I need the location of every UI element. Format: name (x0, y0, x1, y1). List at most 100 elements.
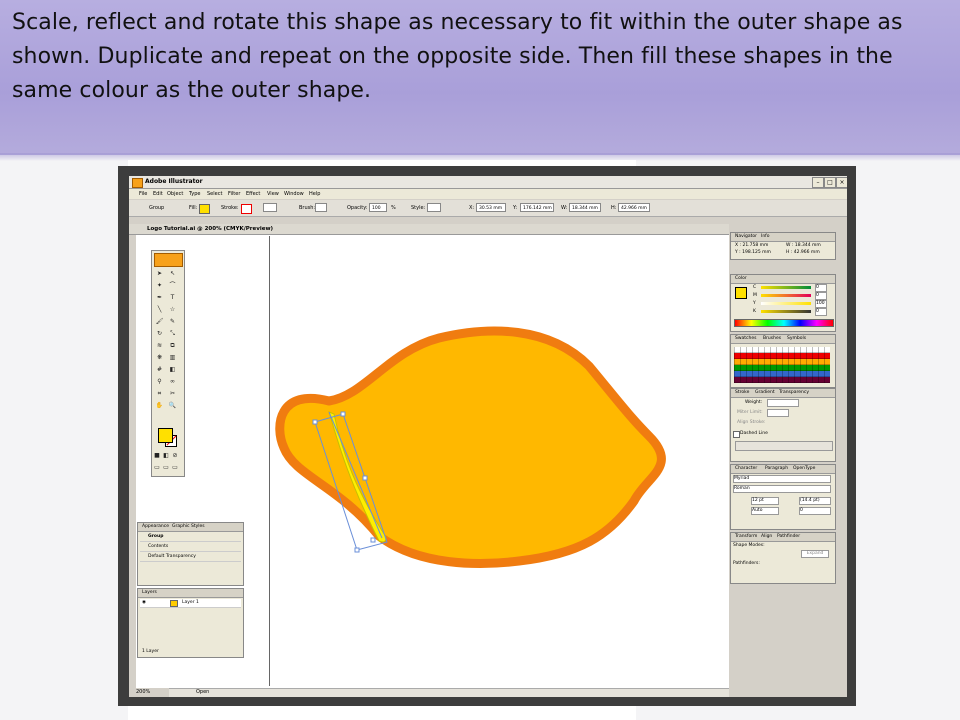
appearance-item-transparency[interactable]: Default Transparency (140, 553, 241, 562)
eyedropper-tool-icon[interactable]: ⚲ (155, 377, 164, 386)
handle-top-right[interactable] (340, 411, 346, 417)
tab-layers[interactable]: Layers (142, 590, 157, 595)
info-y: Y : 198.125 mm (735, 250, 771, 255)
tab-transparency[interactable]: Transparency (779, 390, 809, 395)
channel-c-value[interactable]: 0 (815, 284, 827, 292)
tab-graphic-styles[interactable]: Graphic Styles (172, 524, 205, 529)
navigator-panel-header: Navigator Info (731, 233, 835, 242)
handle-bottom-left[interactable] (354, 547, 360, 553)
tab-align[interactable]: Align (761, 534, 772, 539)
tab-color[interactable]: Color (735, 276, 747, 281)
color-mode-icon[interactable]: ■ (154, 451, 160, 460)
miter-limit-input[interactable] (767, 409, 789, 417)
handle-middle-right[interactable] (362, 475, 368, 481)
star-tool-icon[interactable]: ☆ (168, 305, 177, 314)
layer-count: 1 Layer (142, 649, 159, 654)
tools-panel: ➤ ↖ ✦ ⌒ ✒ T ╲ ☆ 🖌 ✎ ↻ ⤡ ≋ ⧉ ❋ ▥ # ◧ ⚲ ∞ … (151, 250, 185, 477)
tab-appearance[interactable]: Appearance (142, 524, 169, 529)
tab-character[interactable]: Character (735, 466, 757, 471)
channel-k-value[interactable]: 0 (815, 308, 827, 316)
pen-tool-icon[interactable]: ✒ (155, 293, 164, 302)
expand-button[interactable]: Expand (801, 550, 829, 558)
color-panel: Color C 0 M 0 Y 100 K 0 (730, 274, 836, 332)
handle-top-left[interactable] (312, 419, 318, 425)
screen-mode-full-icon[interactable]: ▭ (172, 463, 178, 472)
font-size-field[interactable]: 12 pt (751, 497, 779, 505)
rotate-tool-icon[interactable]: ↻ (155, 329, 164, 338)
zoom-level[interactable]: 200% (136, 689, 150, 695)
hand-tool-icon[interactable]: ✋ (155, 401, 164, 410)
font-family-select[interactable]: Myriad (733, 475, 831, 483)
line-tool-icon[interactable]: ╲ (155, 305, 164, 314)
slice-tool-icon[interactable]: ⌗ (155, 389, 164, 398)
gradient-mode-icon[interactable]: ◧ (163, 451, 169, 460)
eye-icon[interactable]: ◉ (142, 600, 146, 605)
status-mode[interactable]: Open (196, 689, 209, 695)
status-bar: 200% Open (136, 688, 216, 696)
kerning-field[interactable]: Auto (751, 507, 779, 515)
color-fill-preview[interactable] (735, 287, 747, 299)
lasso-tool-icon[interactable]: ⌒ (168, 281, 177, 290)
swatches-panel-header: Swatches Brushes Symbols (731, 335, 835, 344)
handle-bottom-right[interactable] (370, 537, 376, 543)
channel-y-slider[interactable] (761, 302, 811, 305)
tab-gradient[interactable]: Gradient (755, 390, 775, 395)
paintbrush-tool-icon[interactable]: 🖌 (155, 317, 164, 326)
appearance-item-group[interactable]: Group (140, 533, 241, 542)
swatch-grid[interactable] (734, 347, 830, 383)
scale-tool-icon[interactable]: ⤡ (168, 329, 177, 338)
fill-color-swatch[interactable] (158, 428, 173, 443)
dash-gap-fields[interactable] (735, 441, 833, 451)
tab-brushes[interactable]: Brushes (763, 336, 781, 341)
free-transform-tool-icon[interactable]: ⧉ (168, 341, 177, 350)
tracking-field[interactable]: 0 (799, 507, 831, 515)
channel-c-slider[interactable] (761, 286, 811, 289)
none-mode-icon[interactable]: ⊘ (172, 451, 178, 460)
graph-tool-icon[interactable]: ▥ (168, 353, 177, 362)
tab-paragraph[interactable]: Paragraph (765, 466, 788, 471)
tab-navigator[interactable]: Navigator (735, 234, 757, 239)
toolbox-logo (154, 253, 183, 267)
selection-tool-icon[interactable]: ➤ (155, 269, 164, 278)
warp-tool-icon[interactable]: ≋ (155, 341, 164, 350)
scissors-tool-icon[interactable]: ✂ (168, 389, 177, 398)
tab-stroke[interactable]: Stroke (735, 390, 749, 395)
channel-y-value[interactable]: 100 (815, 300, 827, 308)
pencil-tool-icon[interactable]: ✎ (168, 317, 177, 326)
channel-m-value[interactable]: 0 (815, 292, 827, 300)
layer-thumbnail (170, 600, 178, 607)
symbol-sprayer-tool-icon[interactable]: ❋ (155, 353, 164, 362)
tab-opentype[interactable]: OpenType (793, 466, 815, 471)
channel-k-slider[interactable] (761, 310, 811, 313)
tab-swatches[interactable]: Swatches (735, 336, 757, 341)
magic-wand-tool-icon[interactable]: ✦ (155, 281, 164, 290)
outer-lemon-shape[interactable] (275, 326, 666, 568)
tab-pathfinder[interactable]: Pathfinder (777, 534, 800, 539)
appearance-item-contents[interactable]: Contents (140, 543, 241, 552)
shape-modes-label: Shape Modes: (733, 543, 765, 548)
zoom-tool-icon[interactable]: 🔍 (168, 401, 177, 410)
stroke-panel-header: Stroke Gradient Transparency (731, 389, 835, 398)
dashed-line-checkbox[interactable] (733, 431, 740, 438)
layer-name: Layer 1 (182, 600, 199, 605)
channel-c-label: C (753, 285, 757, 290)
screen-mode-normal-icon[interactable]: ▭ (154, 463, 160, 472)
mesh-tool-icon[interactable]: # (155, 365, 164, 374)
leading-field[interactable]: (14.4 pt) (799, 497, 831, 505)
horizontal-scrollbar[interactable] (169, 688, 729, 697)
tab-info[interactable]: Info (761, 234, 770, 239)
font-style-select[interactable]: Roman (733, 485, 831, 493)
direct-selection-tool-icon[interactable]: ↖ (168, 269, 177, 278)
screen-mode-menu-icon[interactable]: ▭ (163, 463, 169, 472)
channel-m-label: M (753, 293, 757, 298)
stroke-weight-input[interactable] (767, 399, 799, 407)
gradient-tool-icon[interactable]: ◧ (168, 365, 177, 374)
tab-symbols[interactable]: Symbols (787, 336, 806, 341)
color-spectrum[interactable] (734, 319, 834, 327)
tab-transform[interactable]: Transform (735, 534, 757, 539)
blend-tool-icon[interactable]: ∞ (168, 377, 177, 386)
layer-row[interactable]: ◉ Layer 1 (140, 599, 241, 608)
channel-m-slider[interactable] (761, 294, 811, 297)
pathfinder-panel-header: Transform Align Pathfinder (731, 533, 835, 542)
type-tool-icon[interactable]: T (168, 293, 177, 302)
